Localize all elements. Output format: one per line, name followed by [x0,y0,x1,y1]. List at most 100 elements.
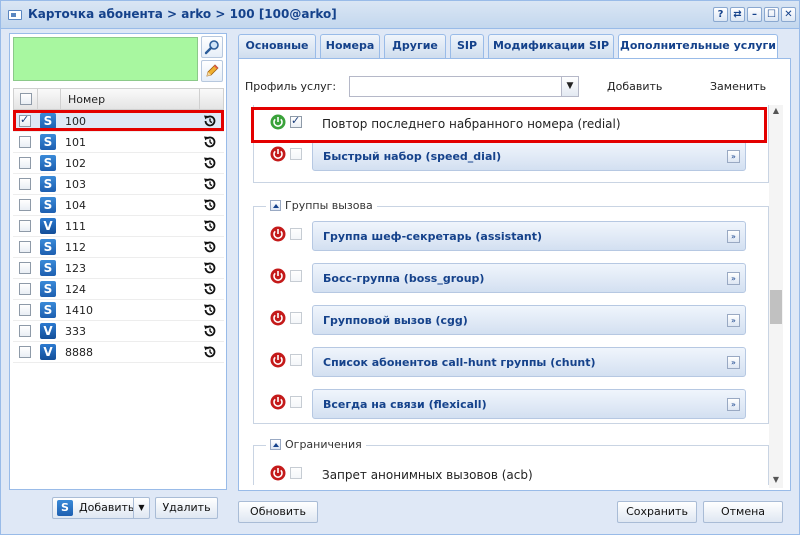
save-button[interactable]: Сохранить [617,501,697,523]
expand-icon[interactable]: » [727,230,740,243]
profile-replace-button[interactable]: Заменить [710,80,766,93]
number-row[interactable]: S 124 [13,279,224,300]
tab-other[interactable]: Другие [384,34,446,58]
minimize-tool-button[interactable]: – [747,7,762,22]
row-checkbox[interactable] [19,199,31,211]
tab-sip-modifications[interactable]: Модификации SIP [488,34,614,58]
add-dropdown-arrow-icon[interactable]: ▼ [133,498,149,518]
scroll-up-icon[interactable]: ▲ [771,106,781,116]
row-checkbox[interactable] [19,304,31,316]
search-filter-area[interactable] [13,37,198,81]
add-number-button[interactable]: S Добавить ▼ [52,497,150,519]
expand-icon[interactable]: » [727,398,740,411]
call-group-header[interactable]: Группа шеф-секретарь (assistant) » [312,221,746,251]
row-checkbox[interactable] [19,346,31,358]
profile-add-button[interactable]: Добавить [607,80,662,93]
call-groups-legend[interactable]: Группы вызова [266,199,377,212]
reset-icon[interactable] [202,344,218,360]
tab-numbers[interactable]: Номера [320,34,380,58]
row-checkbox[interactable] [19,113,31,127]
number-row[interactable]: V 8888 [13,342,224,363]
maximize-tool-button[interactable]: ☐ [764,7,779,22]
reset-icon[interactable] [202,323,218,339]
call-group-header[interactable]: Босс-группа (boss_group) » [312,263,746,293]
row-checkbox[interactable] [19,136,31,148]
call-group-checkbox[interactable] [290,228,302,240]
number-row[interactable]: S 123 [13,258,224,279]
scroll-down-icon[interactable]: ▼ [771,475,781,485]
service-profile-select[interactable]: ▼ [349,76,579,97]
power-off-icon[interactable] [270,226,286,242]
search-button[interactable] [201,36,223,58]
restrictions-legend[interactable]: Ограничения [266,438,366,451]
reset-icon[interactable] [202,176,218,192]
cancel-button[interactable]: Отмена [703,501,783,523]
refresh-tool-button[interactable]: ⇄ [730,7,745,22]
call-group-checkbox[interactable] [290,270,302,282]
expand-icon[interactable]: » [727,272,740,285]
reset-icon[interactable] [202,155,218,171]
chevron-down-icon[interactable]: ▼ [561,77,578,96]
row-checkbox[interactable] [19,262,31,274]
number-row[interactable]: S 103 [13,174,224,195]
speed-dial-header[interactable]: Быстрый набор (speed_dial) » [312,141,746,171]
services-scrollbar[interactable]: ▲ ▼ [769,105,783,488]
power-off-icon[interactable] [270,310,286,326]
collapse-icon[interactable] [270,439,281,450]
scrollbar-thumb[interactable] [770,290,782,324]
number-row[interactable]: S 100 [13,111,224,132]
number-row[interactable]: S 102 [13,153,224,174]
tab-additional-services[interactable]: Дополнительные услуги [618,34,778,59]
reset-icon[interactable] [202,281,218,297]
call-group-header[interactable]: Список абонентов call-hunt группы (chunt… [312,347,746,377]
delete-number-button[interactable]: Удалить [155,497,218,519]
speed-dial-checkbox[interactable] [290,148,302,160]
power-off-icon[interactable] [270,465,286,481]
row-checkbox[interactable] [19,325,31,337]
power-on-icon[interactable] [270,114,286,130]
reset-icon[interactable] [202,134,218,150]
close-tool-button[interactable]: ✕ [781,7,796,22]
row-checkbox[interactable] [19,157,31,169]
row-checkbox[interactable] [19,283,31,295]
select-all-checkbox[interactable] [20,93,32,105]
number-row[interactable]: S 112 [13,237,224,258]
call-group-checkbox[interactable] [290,312,302,324]
expand-icon[interactable]: » [727,356,740,369]
reset-icon[interactable] [202,302,218,318]
power-off-icon[interactable] [270,394,286,410]
power-off-icon[interactable] [270,352,286,368]
number-row[interactable]: V 111 [13,216,224,237]
call-group-header[interactable]: Групповой вызов (cgg) » [312,305,746,335]
refresh-button[interactable]: Обновить [238,501,318,523]
number-row[interactable]: S 104 [13,195,224,216]
reset-icon[interactable] [202,197,218,213]
acb-checkbox[interactable] [290,467,302,479]
collapse-icon[interactable] [270,200,281,211]
reset-icon[interactable] [202,218,218,234]
title-bar[interactable]: Карточка абонента > arko > 100 [100@arko… [1,1,799,29]
call-group-header[interactable]: Всегда на связи (flexicall) » [312,389,746,419]
redial-checkbox[interactable] [290,114,302,128]
reset-icon[interactable] [202,113,218,129]
number-column-header[interactable]: Номер [68,93,105,106]
power-off-icon[interactable] [270,268,286,284]
number-row[interactable]: V 333 [13,321,224,342]
row-checkbox[interactable] [19,178,31,190]
edit-button[interactable] [201,60,223,82]
number-row[interactable]: S 1410 [13,300,224,321]
call-group-checkbox[interactable] [290,396,302,408]
reset-icon[interactable] [202,239,218,255]
tab-basic[interactable]: Основные [238,34,316,58]
power-off-icon[interactable] [270,146,286,162]
help-tool-button[interactable]: ? [713,7,728,22]
reset-icon[interactable] [202,260,218,276]
call-group-checkbox[interactable] [290,354,302,366]
row-checkbox[interactable] [19,220,31,232]
expand-icon[interactable]: » [727,150,740,163]
services-scroll-area[interactable]: Повтор последнего набранного номера (red… [247,105,777,485]
tab-sip[interactable]: SIP [450,34,484,58]
expand-icon[interactable]: » [727,314,740,327]
number-row[interactable]: S 101 [13,132,224,153]
row-checkbox[interactable] [19,241,31,253]
